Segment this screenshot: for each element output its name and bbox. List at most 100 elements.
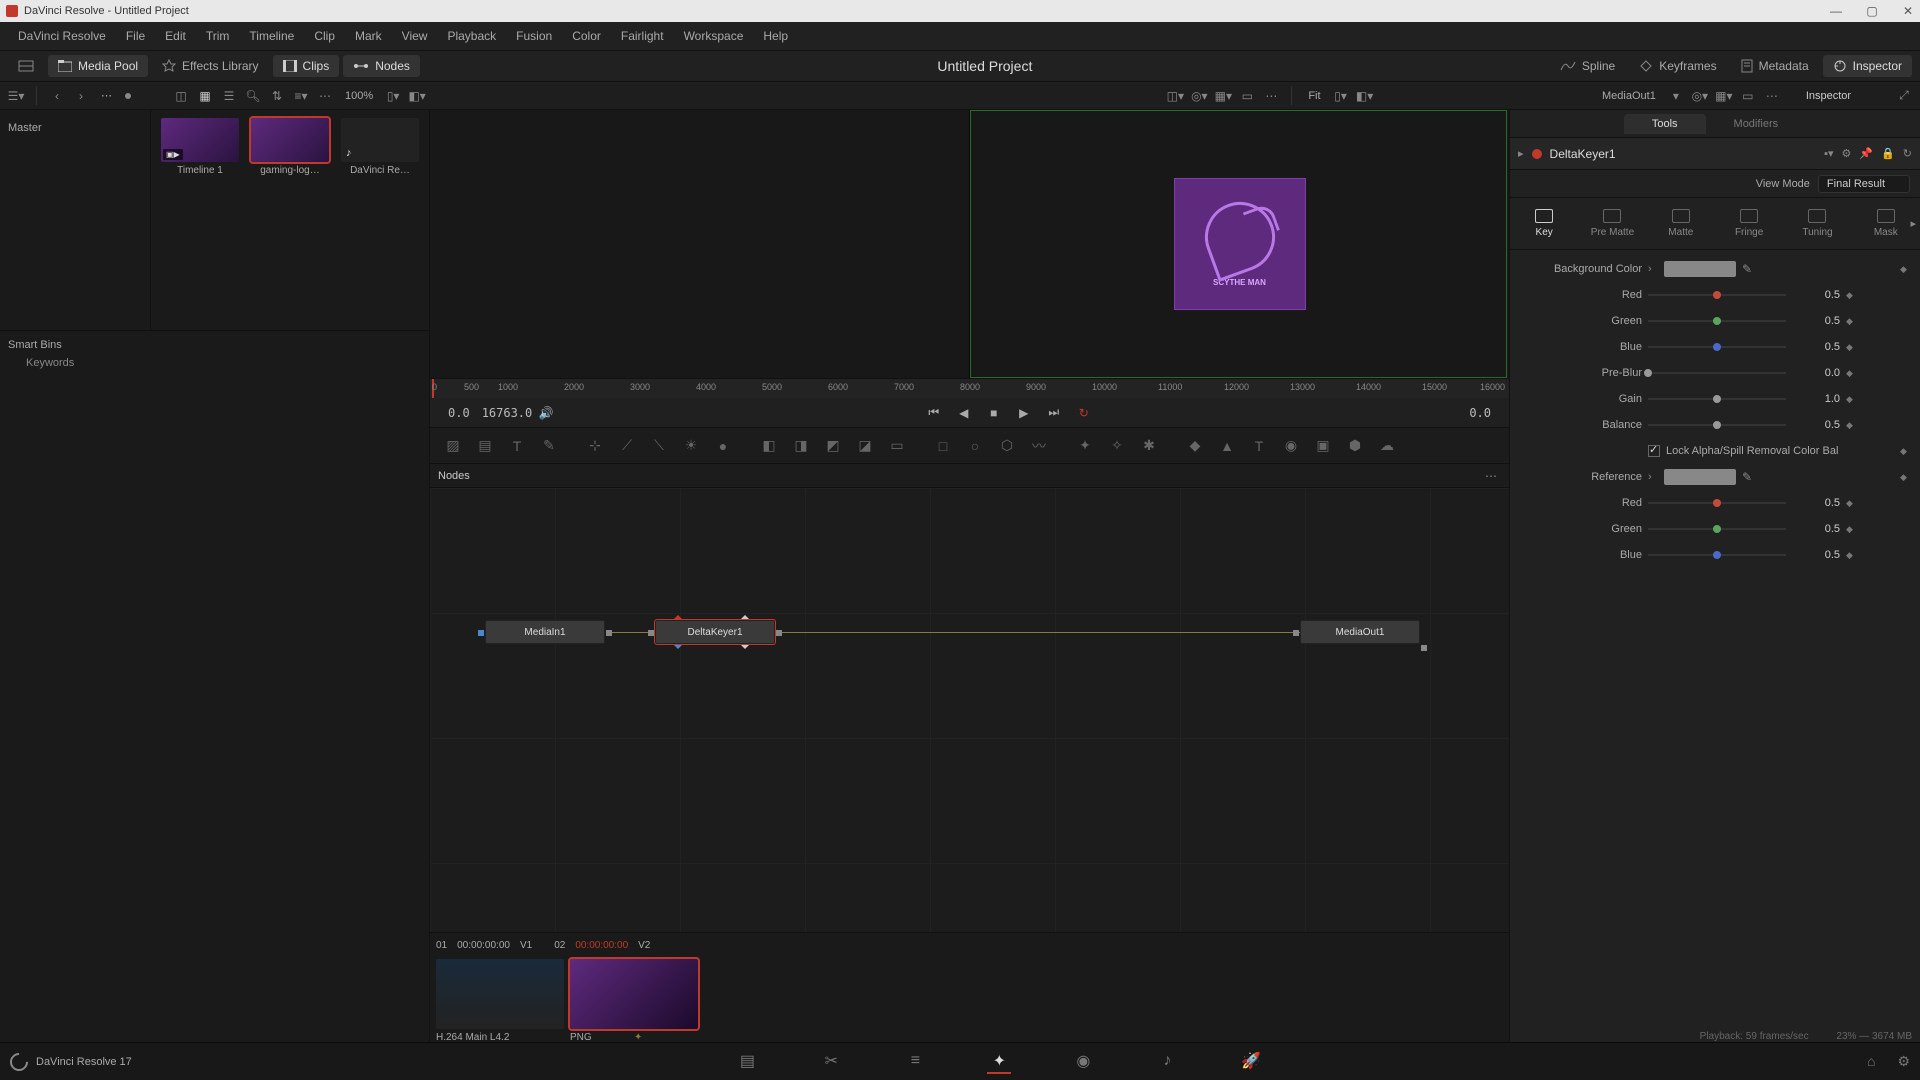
ref-blue-keyframe-icon[interactable]: ◆	[1846, 550, 1858, 561]
node-deltakeyer1[interactable]: DeltaKeyer1	[655, 620, 775, 644]
lock-keyframe-icon[interactable]: ◆	[1900, 446, 1912, 457]
menu-playback[interactable]: Playback	[437, 29, 506, 43]
gain-value[interactable]: 1.0	[1792, 393, 1840, 405]
ref-red-value[interactable]: 0.5	[1792, 497, 1840, 509]
clips-button[interactable]: Clips	[273, 55, 340, 77]
loop-icon[interactable]: ↻	[1076, 405, 1092, 421]
ref-expand-icon[interactable]: ›	[1648, 471, 1658, 483]
bg-expand-icon[interactable]: ›	[1648, 263, 1658, 275]
ellipse-mask-icon[interactable]: ○	[960, 432, 990, 460]
viewer-node-name[interactable]: MediaOut1	[1596, 90, 1662, 102]
viewer-right[interactable]: SCYTHE MAN	[969, 110, 1509, 378]
gain-slider[interactable]	[1648, 398, 1786, 400]
menu-app[interactable]: DaVinci Resolve	[8, 29, 116, 43]
cat-prematte[interactable]: Pre Matte	[1588, 209, 1636, 238]
merge3d-tool-icon[interactable]: ⬢	[1340, 432, 1370, 460]
layout-b-icon[interactable]: ◧▾	[407, 86, 427, 106]
media-item-timeline[interactable]: ▣▶ Timeline 1	[159, 118, 241, 176]
go-first-icon[interactable]: ⏮	[926, 405, 942, 421]
filter-icon[interactable]: ⇅	[267, 86, 287, 106]
green-value[interactable]: 0.5	[1792, 315, 1840, 327]
viewer-opts-left-icon[interactable]: ⋯	[1261, 86, 1281, 106]
menu-color[interactable]: Color	[562, 29, 611, 43]
viewer-frame-icon[interactable]: ▭	[1738, 86, 1758, 106]
options-icon[interactable]: ⋯	[315, 86, 335, 106]
transform-tool-icon[interactable]: ◨	[786, 432, 816, 460]
viewer-split-icon[interactable]: ◫▾	[1165, 86, 1185, 106]
shape3d-tool-icon[interactable]: ◆	[1180, 432, 1210, 460]
keywords-bin[interactable]: Keywords	[8, 351, 421, 369]
page-fairlight-icon[interactable]: ♪	[1155, 1050, 1179, 1074]
bg-color-swatch[interactable]	[1664, 261, 1736, 277]
red-keyframe-icon[interactable]: ◆	[1846, 290, 1858, 301]
red-value[interactable]: 0.5	[1792, 289, 1840, 301]
page-color-icon[interactable]: ◉	[1071, 1050, 1095, 1074]
viewer-left[interactable]	[430, 110, 969, 378]
effect-port[interactable]	[741, 645, 749, 653]
camera3d-tool-icon[interactable]: ▲	[1212, 432, 1242, 460]
viewer-b-layout-icon[interactable]: ◧▾	[1355, 86, 1375, 106]
home-icon[interactable]: ⌂	[1867, 1053, 1875, 1070]
page-media-icon[interactable]: ▤	[735, 1050, 759, 1074]
pin-icon[interactable]: 📌	[1859, 147, 1873, 160]
ref-green-keyframe-icon[interactable]: ◆	[1846, 524, 1858, 535]
ref-blue-slider[interactable]	[1648, 554, 1786, 556]
node-input-port[interactable]	[1293, 630, 1299, 636]
go-last-icon[interactable]: ⏭	[1046, 405, 1062, 421]
brightness-tool-icon[interactable]: ☀	[676, 432, 706, 460]
chevron-right-icon[interactable]: ▸	[1518, 147, 1524, 160]
flow-layout-icon[interactable]	[8, 56, 44, 76]
viewer-opts-right-icon[interactable]: ⋯	[1762, 86, 1782, 106]
tracker-tool-icon[interactable]: ⊹	[580, 432, 610, 460]
menu-clip[interactable]: Clip	[304, 29, 345, 43]
cat-tuning[interactable]: Tuning	[1793, 209, 1841, 238]
settings-icon[interactable]: ⚙	[1842, 147, 1852, 160]
green-slider[interactable]	[1648, 320, 1786, 322]
balance-keyframe-icon[interactable]: ◆	[1846, 420, 1858, 431]
viewer-roi-icon[interactable]: ◎▾	[1189, 86, 1209, 106]
viewer-guide-icon[interactable]: ▦▾	[1714, 86, 1734, 106]
menu-workspace[interactable]: Workspace	[674, 29, 754, 43]
red-slider[interactable]	[1648, 294, 1786, 296]
step-back-icon[interactable]: ◀	[956, 405, 972, 421]
gain-keyframe-icon[interactable]: ◆	[1846, 394, 1858, 405]
cat-key[interactable]: Key	[1520, 209, 1568, 238]
letterbox-tool-icon[interactable]: ▭	[882, 432, 912, 460]
metadata-button[interactable]: Metadata	[1731, 55, 1819, 77]
list-view-icon[interactable]: ☰	[219, 86, 239, 106]
node-canvas[interactable]: MediaIn1 DeltaKeyer1 MediaOut1	[430, 488, 1509, 932]
merge-tool-icon[interactable]: ◧	[754, 432, 784, 460]
cat-matte[interactable]: Matte	[1657, 209, 1705, 238]
fog-tool-icon[interactable]: ☁	[1372, 432, 1402, 460]
view-mode-select[interactable]: Final Result	[1818, 175, 1910, 193]
inspector-tab-tools[interactable]: Tools	[1624, 114, 1706, 134]
preblur-keyframe-icon[interactable]: ◆	[1846, 368, 1858, 379]
nav-fwd-icon[interactable]: ›	[71, 86, 91, 106]
media-item-image[interactable]: gaming-log…	[249, 118, 331, 176]
maximize-button[interactable]: ▢	[1866, 5, 1878, 17]
background-tool-icon[interactable]: ▨	[438, 432, 468, 460]
inspector-expand-icon[interactable]: ⤢	[1894, 86, 1914, 106]
ref-red-keyframe-icon[interactable]: ◆	[1846, 498, 1858, 509]
search-icon[interactable]: 🔍︎	[243, 86, 263, 106]
menu-mark[interactable]: Mark	[345, 29, 392, 43]
page-fusion-icon[interactable]: ✦	[987, 1050, 1011, 1074]
page-deliver-icon[interactable]: 🚀	[1239, 1050, 1263, 1074]
zoom-dot[interactable]	[125, 93, 131, 99]
blue-slider[interactable]	[1648, 346, 1786, 348]
cat-fringe[interactable]: Fringe	[1725, 209, 1773, 238]
node-mediain1[interactable]: MediaIn1	[485, 620, 605, 644]
keyframes-button[interactable]: Keyframes	[1629, 55, 1726, 77]
light-tool-icon[interactable]: ◉	[1276, 432, 1306, 460]
node-output-port[interactable]	[776, 630, 782, 636]
ref-picker-icon[interactable]: ✎	[1742, 470, 1756, 484]
inspector-tab-modifiers[interactable]: Modifiers	[1706, 114, 1807, 134]
enable-dot-icon[interactable]	[1532, 149, 1542, 159]
ref-green-value[interactable]: 0.5	[1792, 523, 1840, 535]
sort-icon[interactable]: ≡▾	[291, 86, 311, 106]
text3d-tool-icon[interactable]: T	[1244, 432, 1274, 460]
crop-tool-icon[interactable]: ◪	[850, 432, 880, 460]
viewer-safe-icon[interactable]: ▭	[1237, 86, 1257, 106]
rectangle-mask-icon[interactable]: □	[928, 432, 958, 460]
render3d-tool-icon[interactable]: ▣	[1308, 432, 1338, 460]
